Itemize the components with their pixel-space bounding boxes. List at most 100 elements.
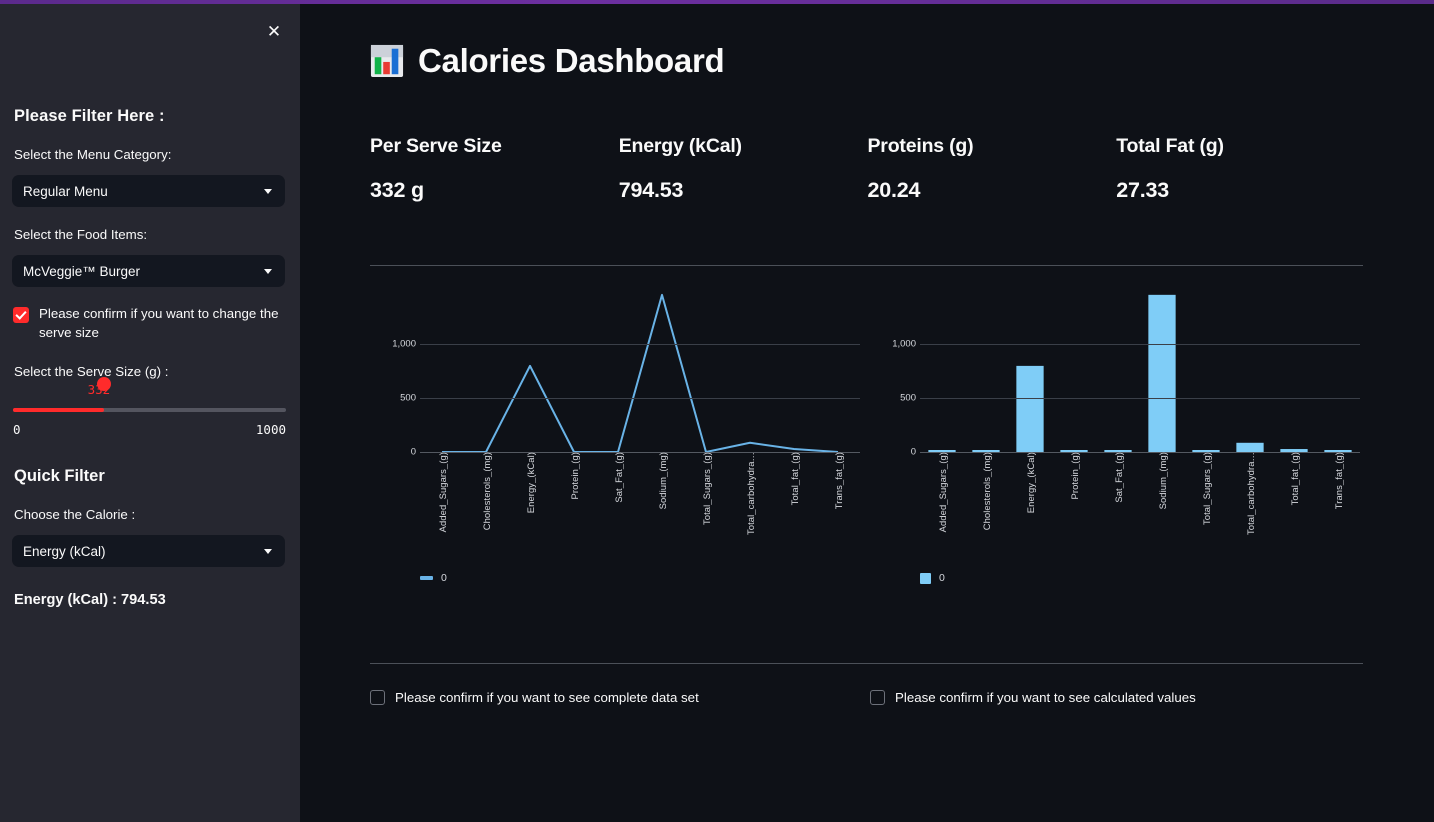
calorie-select[interactable]: Energy (kCal) [12, 535, 285, 567]
serve-size-label: Select the Serve Size (g) : [14, 364, 169, 379]
page-title-text: Calories Dashboard [418, 42, 725, 79]
bar-chart-legend[interactable]: 0 [920, 572, 945, 584]
metric-value: 27.33 [1116, 178, 1170, 202]
legend-swatch-icon [920, 572, 931, 584]
x-axis-tick-label: Sat_Fat_(g) [613, 452, 624, 503]
complete-dataset-label: Please confirm if you want to see comple… [395, 690, 699, 705]
x-axis-tick-label: Total_carbohydra… [1245, 452, 1256, 535]
x-axis-tick-label: Protein_(g) [569, 452, 580, 500]
bar-chart-icon [370, 44, 404, 78]
food-items-label: Select the Food Items: [14, 227, 148, 242]
checkbox-unchecked-icon [870, 690, 885, 705]
bar-chart-series [928, 294, 1352, 452]
calculated-values-label: Please confirm if you want to see calcul… [895, 690, 1196, 705]
metric-label: Per Serve Size [370, 135, 502, 157]
x-axis-tick-label: Added_Sugars_(g) [437, 452, 448, 533]
chevron-down-icon [264, 188, 272, 194]
bar-chart-grid [920, 284, 1360, 453]
line-chart-legend[interactable]: 0 [420, 572, 447, 584]
metrics-row: Per Serve Size 332 g Energy (kCal) 794.5… [370, 135, 1365, 203]
chevron-down-icon [264, 548, 272, 554]
divider [370, 265, 1363, 266]
slider-max-label: 1000 [255, 422, 286, 437]
legend-swatch-icon [420, 576, 433, 580]
y-axis-tick-label: 500 [900, 392, 916, 404]
bar-chart-plot: 0 500 1,000 [870, 284, 1365, 458]
food-items-value: McVeggie™ Burger [23, 263, 141, 279]
gridline [920, 397, 1360, 399]
checkbox-unchecked-icon [370, 690, 385, 705]
x-axis-tick-label: Total_Sugars_(g) [701, 452, 712, 525]
y-axis-tick-label: 0 [910, 446, 916, 458]
x-axis-tick-label: Sodium_(mg) [657, 452, 668, 510]
legend-label: 0 [441, 572, 447, 584]
close-icon[interactable]: ✕ [261, 18, 287, 44]
line-chart-x-labels: Added_Sugars_(g) Cholesterols_(mg) Energy_… [420, 452, 860, 562]
choose-calorie-label: Choose the Calorie : [14, 507, 136, 522]
x-axis-tick-label: Total_Sugars_(g) [1201, 452, 1212, 525]
y-axis-tick-label: 500 [400, 392, 416, 404]
charts-row: 0 500 1,000 Added_Sugars_(g) Cholesterols_(… [370, 276, 1365, 611]
x-axis-tick-label: Trans_fat_(g) [833, 452, 844, 510]
sidebar-title: Please Filter Here : [14, 107, 165, 125]
x-axis-tick-label: Cholesterols_(mg) [481, 452, 492, 531]
metric-card: Energy (kCal) 794.53 [619, 135, 868, 203]
x-axis-tick-label: Sodium_(mg) [1157, 452, 1168, 510]
bar-chart-y-axis: 0 500 1,000 [870, 284, 916, 457]
x-axis-tick-label: Sat_Fat_(g) [1113, 452, 1124, 503]
metric-value: 794.53 [618, 178, 684, 202]
line-chart-grid [420, 284, 860, 453]
x-axis-tick-label: Added_Sugars_(g) [937, 452, 948, 533]
chevron-down-icon [264, 268, 272, 274]
line-series-path [442, 293, 839, 453]
slider-thumb[interactable] [96, 377, 111, 391]
x-axis-tick-label: Protein_(g) [1069, 452, 1080, 500]
metric-label: Energy (kCal) [618, 135, 742, 157]
x-axis-tick-label: Total_carbohydra… [745, 452, 756, 535]
menu-category-select[interactable]: Regular Menu [12, 175, 285, 207]
metric-card: Total Fat (g) 27.33 [1116, 135, 1365, 203]
filter-sidebar: ✕ Please Filter Here : Select the Menu C… [0, 4, 300, 822]
legend-label: 0 [939, 572, 945, 584]
gridline [420, 343, 860, 345]
metric-card: Per Serve Size 332 g [370, 135, 619, 203]
bar-series-rect [1148, 294, 1176, 452]
metric-value: 332 g [370, 178, 424, 202]
menu-category-label: Select the Menu Category: [14, 147, 172, 162]
x-axis-tick-label: Energy_(kCal) [525, 452, 536, 514]
checkbox-checked-icon [13, 307, 29, 323]
main-content: Calories Dashboard Per Serve Size 332 g … [300, 4, 1434, 822]
confirm-serve-size-checkbox[interactable]: Please confirm if you want to change the… [13, 305, 285, 343]
bar-series-rect [1236, 442, 1264, 452]
line-chart-plot: 0 500 1,000 [370, 284, 865, 458]
y-axis-tick-label: 0 [410, 446, 416, 458]
app-root: ✕ Please Filter Here : Select the Menu C… [0, 0, 1434, 822]
metric-label: Total Fat (g) [1116, 135, 1224, 157]
calorie-result-text: Energy (kCal) : 794.53 [14, 592, 166, 608]
metric-value: 20.24 [867, 178, 921, 202]
bar-chart: 0 500 1,000 Added_Sugars_(g) Cholesterols_(… [870, 276, 1365, 611]
metric-card: Proteins (g) 20.24 [868, 135, 1117, 203]
x-axis-tick-label: Energy_(kCal) [1025, 452, 1036, 514]
menu-category-value: Regular Menu [23, 183, 108, 199]
y-axis-tick-label: 1,000 [892, 338, 916, 350]
slider-min-label: 0 [13, 422, 21, 437]
y-axis-tick-label: 1,000 [392, 338, 416, 350]
calorie-value: Energy (kCal) [23, 543, 106, 559]
x-axis-tick-label: Trans_fat_(g) [1333, 452, 1344, 510]
x-axis-tick-label: Total_fat_(g) [1289, 452, 1300, 506]
slider-track[interactable] [13, 408, 286, 412]
quick-filter-title: Quick Filter [14, 467, 105, 485]
x-axis-tick-label: Total_fat_(g) [789, 452, 800, 506]
complete-dataset-checkbox[interactable]: Please confirm if you want to see comple… [370, 690, 699, 705]
line-chart: 0 500 1,000 Added_Sugars_(g) Cholesterols_(… [370, 276, 865, 611]
bar-series-rect [1016, 365, 1044, 452]
divider [370, 663, 1363, 664]
page-title: Calories Dashboard [370, 42, 725, 80]
metric-label: Proteins (g) [867, 135, 974, 157]
calculated-values-checkbox[interactable]: Please confirm if you want to see calcul… [870, 690, 1196, 705]
x-axis-tick-label: Cholesterols_(mg) [981, 452, 992, 531]
bar-chart-x-labels: Added_Sugars_(g) Cholesterols_(mg) Energy_… [920, 452, 1360, 562]
food-items-select[interactable]: McVeggie™ Burger [12, 255, 285, 287]
gridline [920, 343, 1360, 345]
